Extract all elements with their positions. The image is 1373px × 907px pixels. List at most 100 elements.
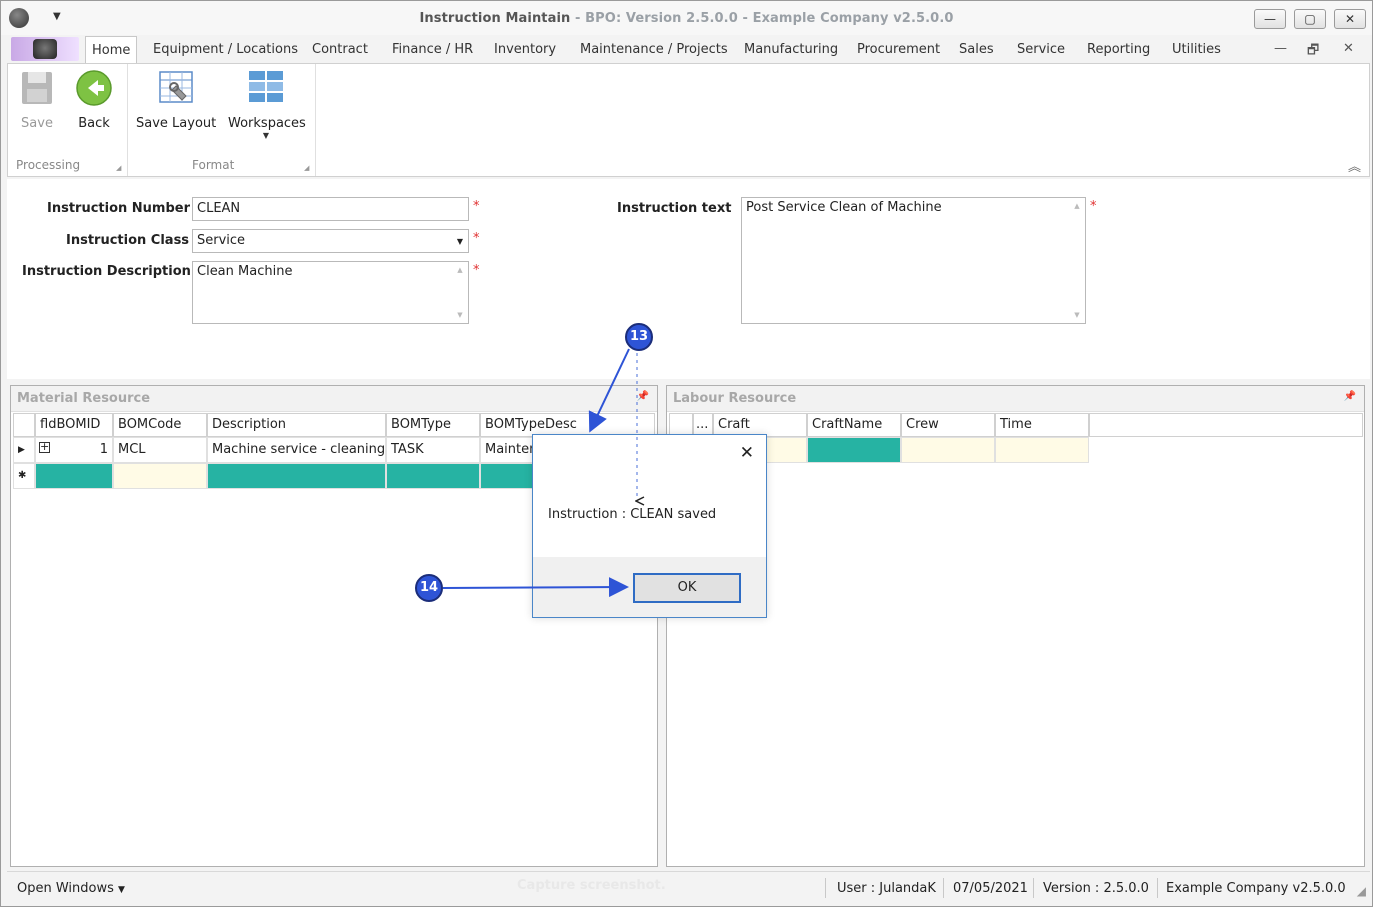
window-restore-button[interactable]: ▢ (1294, 9, 1326, 29)
window-title-sub: - BPO: Version 2.5.0.0 - Example Company… (570, 11, 954, 26)
pin-icon[interactable]: 📌 (637, 391, 649, 402)
column-header-craftname[interactable]: CraftName (807, 413, 901, 437)
mdi-close-button[interactable]: ✕ (1343, 41, 1354, 56)
cell-description[interactable]: Machine service - cleaning (207, 437, 386, 463)
close-icon[interactable]: ✕ (740, 443, 754, 463)
step-callout-14: 14 (415, 574, 443, 602)
status-separator (1157, 878, 1158, 898)
open-windows-label: Open Windows (17, 881, 114, 896)
status-company: Example Company v2.5.0.0 (1166, 881, 1346, 896)
tab-service[interactable]: Service (1017, 42, 1065, 57)
column-header-crew[interactable]: Crew (901, 413, 995, 437)
ribbon-panel: Save Back Save Layout Workspaces ▼ Proce… (7, 63, 1370, 177)
status-separator (825, 878, 826, 898)
status-version: Version : 2.5.0.0 (1043, 881, 1149, 896)
tab-home[interactable]: Home (85, 36, 138, 63)
tab-inventory[interactable]: Inventory (494, 42, 556, 57)
window-close-button[interactable]: ✕ (1334, 9, 1366, 29)
status-user: User : JulandaK (837, 881, 936, 896)
window-minimize-button[interactable]: — (1254, 9, 1286, 29)
pin-icon[interactable]: 📌 (1344, 391, 1356, 402)
tab-finance-hr[interactable]: Finance / HR (392, 42, 473, 57)
save-label: Save (21, 116, 53, 131)
required-marker: * (473, 231, 480, 246)
save-layout-button[interactable]: Save Layout (136, 68, 216, 131)
column-header-description[interactable]: Description (207, 413, 386, 437)
open-windows-button[interactable]: Open Windows ▼ (17, 881, 125, 896)
required-marker: * (473, 199, 480, 214)
new-row-cell[interactable] (35, 463, 113, 489)
instruction-number-input[interactable]: CLEAN (192, 197, 469, 221)
tab-sales[interactable]: Sales (959, 42, 994, 57)
row-indicator-icon[interactable]: ▶ (13, 437, 35, 463)
ribbon-group-separator (315, 64, 316, 176)
tab-manufacturing[interactable]: Manufacturing (744, 42, 838, 57)
instruction-description-input[interactable]: Clean Machine ▲ ▼ (192, 261, 469, 324)
new-row-cell[interactable] (207, 463, 386, 489)
expand-icon[interactable]: + (39, 441, 50, 453)
format-launcher-icon[interactable]: ◢ (304, 164, 309, 172)
save-button[interactable]: Save (20, 68, 54, 131)
instruction-text-input[interactable]: Post Service Clean of Machine ▲ ▼ (741, 197, 1086, 324)
app-window: ▼ Instruction Maintain - BPO: Version 2.… (0, 0, 1373, 907)
resize-grip-icon[interactable]: ◢ (1357, 884, 1366, 898)
collapse-ribbon-icon[interactable]: ︽ (1348, 156, 1361, 175)
labour-resource-header: Labour Resource 📌 (667, 386, 1364, 412)
ribbon-group-processing: Processing (16, 158, 81, 172)
memo-scrollbar[interactable]: ▲ ▼ (1071, 202, 1083, 319)
material-resource-title: Material Resource (17, 391, 151, 406)
column-header-fldbomid[interactable]: fldBOMID (35, 413, 113, 437)
new-row-cell[interactable] (113, 463, 207, 489)
save-confirmation-dialog: ✕ Instruction : CLEAN saved OK (532, 434, 767, 618)
workspaces-button[interactable]: Workspaces ▼ (228, 68, 306, 140)
back-label: Back (78, 116, 110, 131)
instruction-description-value: Clean Machine (197, 264, 293, 279)
tab-maintenance-projects[interactable]: Maintenance / Projects (580, 42, 728, 57)
tab-reporting[interactable]: Reporting (1087, 42, 1150, 57)
instruction-description-label: Instruction Description (22, 264, 191, 279)
cell-fldbomid: 1 (99, 442, 108, 457)
ribbon-group-separator (127, 64, 128, 176)
processing-launcher-icon[interactable]: ◢ (116, 164, 121, 172)
column-header-bomcode[interactable]: BOMCode (113, 413, 207, 437)
tab-equipment-locations[interactable]: Equipment / Locations (153, 42, 298, 57)
status-separator (1033, 878, 1034, 898)
column-header-bomtype[interactable]: BOMType (386, 413, 480, 437)
window-title-main: Instruction Maintain (419, 11, 571, 26)
window-title: Instruction Maintain - BPO: Version 2.5.… (1, 11, 1372, 26)
column-header-filler (1089, 413, 1363, 437)
memo-scrollbar[interactable]: ▲ ▼ (454, 266, 466, 319)
new-row-cell[interactable] (386, 463, 480, 489)
status-bar: Open Windows ▼ Capture screenshot. User … (7, 871, 1370, 903)
ok-button[interactable]: OK (633, 573, 741, 603)
status-separator (943, 878, 944, 898)
instruction-class-select[interactable]: Service ▼ (192, 229, 469, 253)
required-marker: * (473, 263, 480, 278)
column-header-time[interactable]: Time (995, 413, 1089, 437)
tab-utilities[interactable]: Utilities (1172, 42, 1221, 57)
mdi-restore-button[interactable]: 🗗 (1307, 41, 1319, 63)
labour-resource-title: Labour Resource (673, 391, 797, 406)
labour-resource-panel: Labour Resource 📌 ... Craft CraftName Cr… (666, 385, 1365, 867)
tab-procurement[interactable]: Procurement (857, 42, 940, 57)
new-row-cell[interactable] (995, 437, 1089, 463)
chevron-down-icon: ▼ (118, 885, 125, 895)
cell-bomcode[interactable]: MCL (113, 437, 207, 463)
mdi-minimize-button[interactable]: — (1274, 41, 1287, 56)
material-resource-header: Material Resource 📌 (11, 386, 657, 412)
file-menu-button[interactable] (11, 37, 79, 61)
new-row-cell[interactable] (901, 437, 995, 463)
tab-contract[interactable]: Contract (312, 42, 368, 57)
new-row-indicator-icon[interactable]: ✱ (13, 463, 35, 489)
new-row-cell[interactable] (807, 437, 901, 463)
save-layout-label: Save Layout (136, 116, 217, 131)
instruction-form: Instruction Number CLEAN * Instruction C… (7, 179, 1370, 379)
chevron-down-icon[interactable]: ▼ (457, 237, 463, 246)
row-indicator-header (13, 413, 35, 437)
table-row[interactable]: + 1 (35, 437, 113, 463)
instruction-text-label: Instruction text (617, 201, 732, 216)
dialog-footer: OK (533, 557, 766, 617)
back-button[interactable]: Back (74, 68, 114, 131)
workspaces-dropdown-icon: ▼ (262, 131, 270, 140)
cell-bomtype[interactable]: TASK (386, 437, 480, 463)
